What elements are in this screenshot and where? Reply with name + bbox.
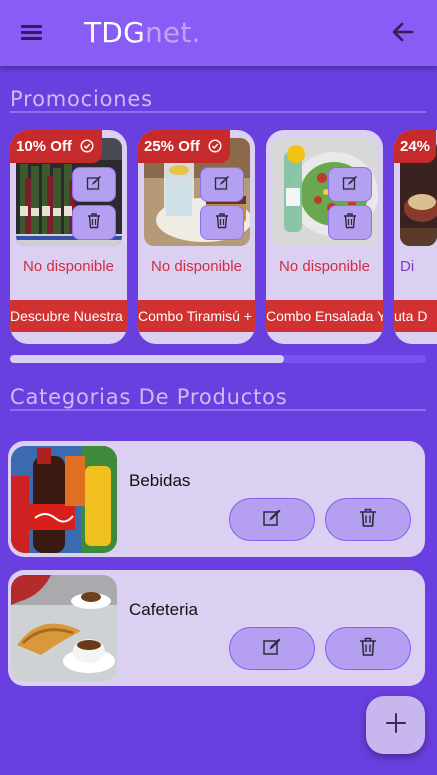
edit-icon [86, 175, 102, 195]
promo-card[interactable]: 24% Di uta D [394, 130, 437, 344]
trash-icon [358, 636, 378, 661]
promo-card[interactable]: 10% Off No disponible Descubre Nuestra S… [10, 130, 127, 344]
category-card[interactable]: Cafeteria [8, 570, 425, 686]
delete-promo-button[interactable] [200, 205, 244, 240]
brand-logo: TDGnet. [84, 16, 201, 49]
promo-status: No disponible [23, 258, 114, 275]
promotions-title: Promociones [10, 87, 153, 111]
plus-icon [385, 712, 407, 738]
category-card[interactable]: Bebidas [8, 441, 425, 557]
categories-divider [10, 409, 426, 411]
promo-status: No disponible [279, 258, 370, 275]
delete-category-button[interactable] [325, 498, 411, 541]
category-image-coffee [11, 575, 117, 682]
edit-icon [342, 175, 358, 195]
delete-promo-button[interactable] [328, 205, 372, 240]
promo-name: Descubre Nuestra Selección [10, 300, 127, 332]
edit-icon [262, 508, 282, 532]
category-name: Cafeteria [129, 600, 198, 619]
promo-status: No disponible [151, 258, 242, 275]
discount-label: 25% Off [144, 138, 200, 155]
discount-badge: 10% Off [10, 130, 103, 165]
brand-suffix: net. [144, 16, 201, 49]
promo-card[interactable]: No disponible Combo Ensalada Y Gaseosa [266, 130, 383, 344]
edit-category-button[interactable] [229, 627, 315, 670]
categories-title: Categorias De Productos [10, 385, 288, 409]
hamburger-menu-icon[interactable] [20, 22, 44, 42]
discount-badge: 24% [394, 130, 437, 163]
edit-category-button[interactable] [229, 498, 315, 541]
brand-main: TDG [84, 16, 145, 49]
discount-label: 10% Off [16, 138, 72, 155]
promo-name: Combo Tiramisú + Agua [138, 300, 255, 332]
promotions-scrollbar[interactable] [10, 355, 426, 363]
add-button[interactable] [366, 696, 425, 754]
delete-promo-button[interactable] [72, 205, 116, 240]
promo-card[interactable]: 25% Off No disponible Combo Tiramisú + A… [138, 130, 255, 344]
edit-icon [262, 637, 282, 661]
category-name: Bebidas [129, 471, 191, 490]
trash-icon [86, 212, 102, 233]
verified-check-icon [80, 132, 94, 165]
edit-promo-button[interactable] [72, 167, 116, 202]
scrollbar-thumb[interactable] [10, 355, 284, 363]
promo-status: Di [400, 258, 415, 275]
promo-name: uta D [394, 300, 437, 332]
app-header: TDGnet. [0, 0, 437, 66]
discount-label: 24% [400, 138, 431, 155]
trash-icon [358, 507, 378, 532]
trash-icon [214, 212, 230, 233]
edit-promo-button[interactable] [200, 167, 244, 202]
discount-badge: 25% Off [138, 130, 231, 165]
verified-check-icon [208, 132, 222, 165]
category-image-drinks [11, 446, 117, 553]
arrow-left-icon[interactable] [390, 20, 416, 44]
delete-category-button[interactable] [325, 627, 411, 670]
promotions-divider [10, 111, 426, 113]
promo-name: Combo Ensalada Y Gaseosa [266, 300, 383, 332]
trash-icon [342, 212, 358, 233]
edit-icon [214, 175, 230, 195]
edit-promo-button[interactable] [328, 167, 372, 202]
